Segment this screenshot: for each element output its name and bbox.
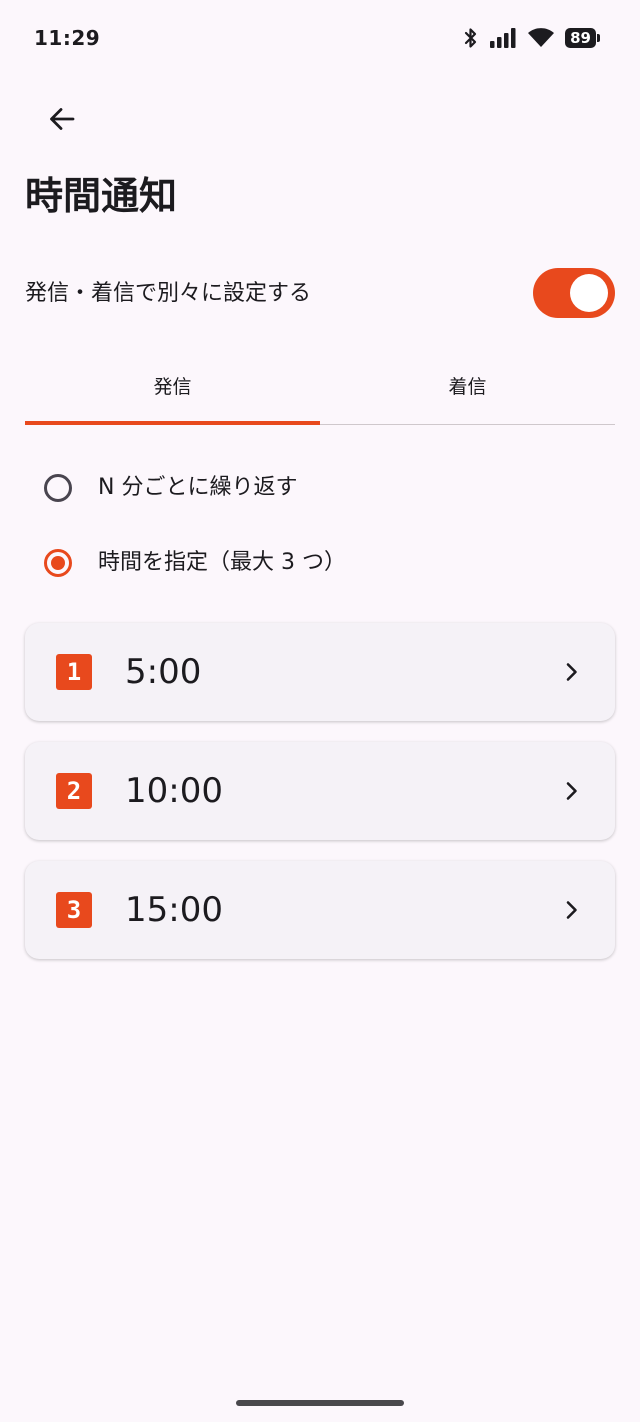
status-time: 11:29 [34,26,101,50]
bluetooth-icon [465,28,477,48]
separate-setting-label: 発信・着信で別々に設定する [25,281,312,306]
direction-tabs: 発信 着信 [25,352,615,425]
time-card-3[interactable]: 3 15:00 [25,861,615,959]
arrow-left-icon [50,108,75,130]
radio-label-repeat: N 分ごとに繰り返す [98,475,298,500]
status-bar: 11:29 89 [0,0,640,80]
radio-repeat-every-n-minutes[interactable]: N 分ごとに繰り返す [44,463,297,513]
time-number-badge: 2 [56,773,92,809]
battery-icon: 89 [565,28,600,48]
status-icons: 89 [463,27,600,49]
page-title: 時間通知 [25,174,178,218]
chevron-right-icon [566,782,577,800]
radio-label-specify: 時間を指定（最大 3 つ） [98,550,346,575]
home-indicator[interactable] [236,1400,404,1406]
radio-dot [51,556,65,570]
toggle-knob [570,274,608,312]
time-card-2[interactable]: 2 10:00 [25,742,615,840]
tab-outgoing[interactable]: 発信 [25,352,320,425]
time-value: 10:00 [125,771,223,811]
chevron-right-icon [566,901,577,919]
wifi-icon [528,28,555,47]
time-number-badge: 3 [56,892,92,928]
separate-setting-toggle[interactable] [533,268,615,318]
separate-setting-row[interactable]: 発信・着信で別々に設定する [25,266,615,322]
radio-checked-icon [44,549,72,577]
back-button[interactable] [36,95,88,143]
time-number-badge: 1 [56,654,92,690]
tab-incoming[interactable]: 着信 [320,352,615,424]
battery-level: 89 [565,28,596,48]
radio-unchecked-icon [44,474,72,502]
radio-specify-times[interactable]: 時間を指定（最大 3 つ） [44,538,346,588]
time-value: 5:00 [125,652,202,692]
time-card-1[interactable]: 1 5:00 [25,623,615,721]
battery-tip [597,34,600,42]
chevron-right-icon [566,663,577,681]
signal-icon [490,28,516,48]
time-value: 15:00 [125,890,223,930]
